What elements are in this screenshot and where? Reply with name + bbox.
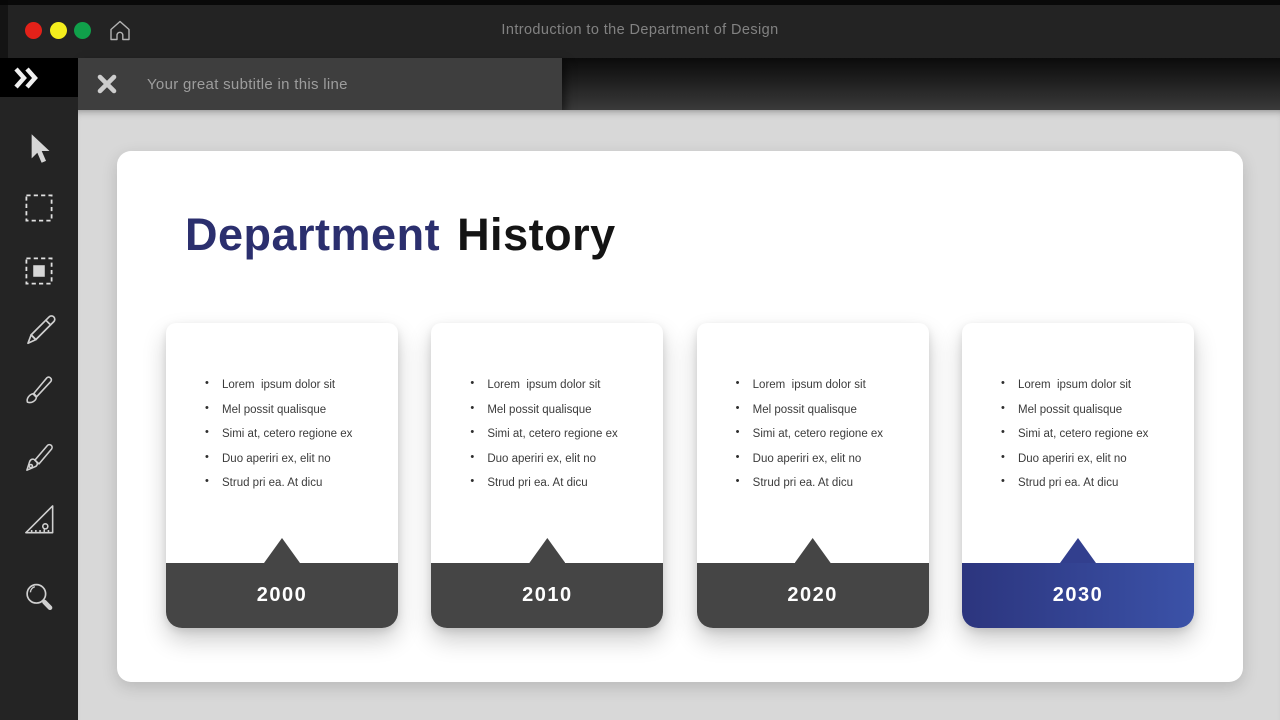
bullet-item: Strud pri ea. At dicu	[999, 477, 1180, 489]
expand-tools-button[interactable]	[0, 58, 78, 97]
titlebar: Introduction to the Department of Design	[0, 0, 1280, 58]
year-bar: 2000	[166, 563, 398, 628]
pen-icon	[18, 435, 60, 477]
year-label: 2020	[787, 584, 838, 607]
bullet-item: Strud pri ea. At dicu	[734, 477, 915, 489]
bullet-list: Lorem ipsum dolor sit Mel possit qualisqu…	[203, 379, 384, 502]
brush-icon	[18, 367, 60, 409]
close-icon	[95, 84, 119, 99]
bullet-item: Mel possit qualisque	[999, 404, 1180, 416]
slide-title-primary: Department	[185, 209, 440, 260]
fill-select-icon	[18, 250, 60, 292]
bullet-item: Mel possit qualisque	[203, 404, 384, 416]
slide[interactable]: Department History Lorem ipsum dolor sit M…	[117, 151, 1243, 682]
year-label: 2000	[257, 584, 308, 607]
bullet-item: Duo aperiri ex, elit no	[734, 453, 915, 465]
bullet-item: Lorem ipsum dolor sit	[468, 379, 649, 391]
slide-title-secondary: History	[457, 209, 616, 260]
tool-pen-button[interactable]	[17, 434, 61, 478]
year-label: 2010	[522, 584, 573, 607]
tool-brush-button[interactable]	[17, 366, 61, 410]
bullet-item: Duo aperiri ex, elit no	[203, 453, 384, 465]
tool-fill-select-button[interactable]	[17, 249, 61, 293]
pointer-triangle	[264, 538, 300, 563]
subtitle-bar: Your great subtitle in this line	[78, 58, 562, 110]
bullet-item: Mel possit qualisque	[734, 404, 915, 416]
slide-title: Department History	[185, 209, 616, 261]
bullet-item: Simi at, cetero regione ex	[999, 428, 1180, 440]
marquee-select-icon	[18, 187, 60, 229]
pencil-icon	[18, 306, 60, 348]
ruler-icon	[18, 498, 60, 540]
tool-marquee-select-button[interactable]	[17, 186, 61, 230]
tool-ruler-button[interactable]	[17, 497, 61, 541]
year-bar: 2030	[962, 563, 1194, 628]
cursor-icon	[18, 129, 60, 171]
bullet-list: Lorem ipsum dolor sit Mel possit qualisqu…	[999, 379, 1180, 502]
double-chevron-right-icon	[0, 80, 50, 95]
bullet-item: Strud pri ea. At dicu	[203, 477, 384, 489]
pointer-triangle	[1060, 538, 1096, 563]
pointer-triangle	[529, 538, 565, 563]
timeline-card[interactable]: Lorem ipsum dolor sit Mel possit qualisqu…	[962, 323, 1194, 628]
editor-canvas: Department History Lorem ipsum dolor sit M…	[78, 110, 1280, 720]
tool-pencil-button[interactable]	[17, 305, 61, 349]
pointer-triangle	[795, 538, 831, 563]
timeline-cards: Lorem ipsum dolor sit Mel possit qualisqu…	[166, 323, 1194, 628]
bullet-list: Lorem ipsum dolor sit Mel possit qualisqu…	[734, 379, 915, 502]
bullet-list: Lorem ipsum dolor sit Mel possit qualisqu…	[468, 379, 649, 502]
bullet-item: Simi at, cetero regione ex	[468, 428, 649, 440]
bullet-item: Simi at, cetero regione ex	[203, 428, 384, 440]
bullet-item: Lorem ipsum dolor sit	[734, 379, 915, 391]
timeline-card[interactable]: Lorem ipsum dolor sit Mel possit qualisqu…	[697, 323, 929, 628]
bullet-item: Simi at, cetero regione ex	[734, 428, 915, 440]
bullet-item: Duo aperiri ex, elit no	[468, 453, 649, 465]
bullet-item: Strud pri ea. At dicu	[468, 477, 649, 489]
close-button[interactable]	[95, 72, 119, 96]
year-bar: 2010	[431, 563, 663, 628]
subtitle-text: Your great subtitle in this line	[147, 58, 348, 110]
timeline-card[interactable]: Lorem ipsum dolor sit Mel possit qualisqu…	[431, 323, 663, 628]
window-title: Introduction to the Department of Design	[0, 0, 1280, 58]
year-bar: 2020	[697, 563, 929, 628]
tool-cursor-button[interactable]	[17, 128, 61, 172]
bullet-item: Lorem ipsum dolor sit	[999, 379, 1180, 391]
tool-sidebar	[0, 58, 78, 720]
timeline-card[interactable]: Lorem ipsum dolor sit Mel possit qualisqu…	[166, 323, 398, 628]
bullet-item: Mel possit qualisque	[468, 404, 649, 416]
year-label: 2030	[1053, 584, 1104, 607]
bullet-item: Lorem ipsum dolor sit	[203, 379, 384, 391]
tool-magnifier-button[interactable]	[17, 575, 61, 619]
bullet-item: Duo aperiri ex, elit no	[999, 453, 1180, 465]
magnifier-icon	[18, 576, 60, 618]
